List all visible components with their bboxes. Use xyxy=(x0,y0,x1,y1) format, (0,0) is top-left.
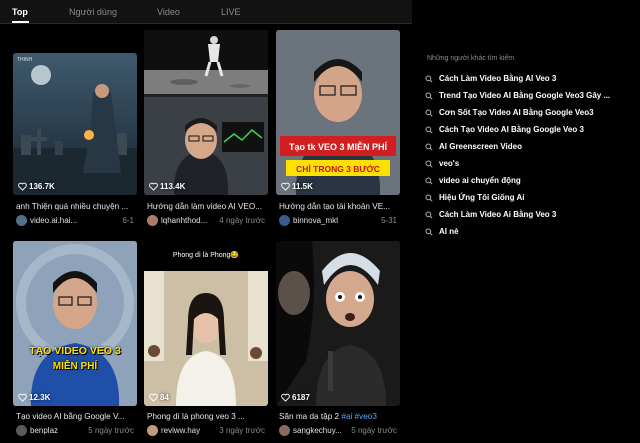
search-icon xyxy=(425,177,433,185)
thumbnail-moon-and-man-image xyxy=(144,30,268,195)
video-meta: sangkechuy... 5 ngày trước xyxy=(279,425,399,437)
heart-icon xyxy=(18,393,27,402)
video-caption[interactable]: Hướng dẫn làm video AI VEO... xyxy=(147,202,267,211)
active-tab-indicator xyxy=(12,21,29,23)
search-icon xyxy=(425,109,433,117)
avatar[interactable] xyxy=(147,215,158,226)
search-icon xyxy=(425,160,433,168)
heart-icon xyxy=(149,182,158,191)
search-icon xyxy=(425,75,433,83)
author-name[interactable]: sangkechuy... xyxy=(293,426,342,435)
thumbnail-graveyard-image xyxy=(13,65,137,195)
video-meta: video.ai.hai... 6-1 xyxy=(16,215,136,227)
related-search-label: AI nè xyxy=(439,227,459,236)
thumbnail-top-text: Phong dì là Phong😂 xyxy=(172,252,240,259)
avatar[interactable] xyxy=(147,425,158,436)
video-thumbnail[interactable]: TẠO VIDEO VEO 3 MIỄN PHÍ 12.3K xyxy=(13,241,137,406)
thumbnail-presenter-image xyxy=(13,241,137,406)
video-caption[interactable]: Hướng dẫn tạo tài khoản VE... xyxy=(279,202,399,211)
related-search-label: veo's xyxy=(439,159,460,168)
avatar[interactable] xyxy=(279,215,290,226)
video-thumbnail[interactable]: 113.4K xyxy=(144,30,268,195)
thumbnail-classroom-image xyxy=(144,271,268,406)
thumbnail-headline: TẠO VIDEO VEO 3 xyxy=(29,345,121,357)
avatar[interactable] xyxy=(279,425,290,436)
video-thumbnail[interactable]: 6187 xyxy=(276,241,400,406)
view-count: 136.7K xyxy=(18,182,55,191)
related-search-label: Hiệu Ứng Tôi Giống Ai xyxy=(439,193,525,202)
post-time: 3 ngày trước xyxy=(219,426,265,435)
post-time: 5 ngày trước xyxy=(351,426,397,435)
video-caption[interactable]: anh Thiện quá nhiều chuyện ... xyxy=(16,202,136,211)
related-search-label: AI Greenscreen Video xyxy=(439,142,522,151)
post-time: 4 ngày trước xyxy=(219,216,265,225)
video-meta: lqhanhthod... 4 ngày trước xyxy=(147,215,267,227)
video-caption[interactable]: Săn ma da tập 2 #ai #veo3 xyxy=(279,412,399,421)
video-caption-text: Săn ma da tập 2 xyxy=(279,412,342,421)
thumbnail-subheadline: MIỄN PHÍ xyxy=(52,361,98,372)
tab-users[interactable]: Người dùng xyxy=(69,7,117,17)
video-thumbnail[interactable]: Tạo tk VEO 3 MIỄN PHÍ CHỈ TRONG 3 BƯỚC 1… xyxy=(276,30,400,195)
thumbnail-watermark: THINH xyxy=(17,57,33,63)
video-caption[interactable]: Phong dì là phong veo 3 ... xyxy=(147,412,267,421)
tab-video[interactable]: Video xyxy=(157,7,180,17)
search-icon xyxy=(425,126,433,134)
video-caption[interactable]: Tạo video AI bằng Google V... xyxy=(16,412,136,421)
post-time: 5 ngày trước xyxy=(88,426,134,435)
view-count-value: 113.4K xyxy=(160,182,186,191)
author-name[interactable]: video.ai.hai... xyxy=(30,216,77,225)
thumbnail-subheadline: CHỈ TRONG 3 BƯỚC xyxy=(296,164,380,174)
view-count: 11.5K xyxy=(281,182,313,191)
search-icon xyxy=(425,143,433,151)
related-search-label: Cách Làm Video Ai Bằng Veo 3 xyxy=(439,210,557,219)
avatar[interactable] xyxy=(16,215,27,226)
video-thumbnail[interactable]: THINH 136.7K xyxy=(13,53,137,195)
video-meta: benplaz 5 ngày trước xyxy=(16,425,136,437)
view-count-value: 6187 xyxy=(292,393,310,402)
related-searches-title: Những người khác tìm kiếm xyxy=(427,55,515,62)
search-tabs: Top Người dùng Video LIVE xyxy=(0,0,412,24)
search-icon xyxy=(425,194,433,202)
related-search-label: Cơn Sốt Tạo Video AI Bằng Google Veo3 xyxy=(439,108,594,117)
search-icon xyxy=(425,228,433,236)
thumbnail-headline: Tạo tk VEO 3 MIỄN PHÍ xyxy=(288,142,388,152)
author-name[interactable]: lqhanhthod... xyxy=(161,216,207,225)
related-search-label: Cách Tạo Video AI Bằng Google Veo 3 xyxy=(439,125,584,134)
video-meta: binnova_mkt 5-31 xyxy=(279,215,399,227)
related-search-label: Trend Tạo Video AI Bằng Google Veo3 Gây … xyxy=(439,91,611,100)
tab-live[interactable]: LIVE xyxy=(221,7,241,17)
video-meta: reviww.hay 3 ngày trước xyxy=(147,425,267,437)
view-count: 113.4K xyxy=(149,182,185,191)
view-count-value: 84 xyxy=(160,393,169,402)
view-count-value: 136.7K xyxy=(29,182,55,191)
view-count-value: 11.5K xyxy=(292,182,313,191)
related-search-label: video ai chuyển động xyxy=(439,176,521,185)
heart-icon xyxy=(281,393,290,402)
author-name[interactable]: benplaz xyxy=(30,426,58,435)
search-icon xyxy=(425,92,433,100)
search-icon xyxy=(425,211,433,219)
view-count: 12.3K xyxy=(18,393,50,402)
view-count: 84 xyxy=(149,393,169,402)
heart-icon xyxy=(281,182,290,191)
video-caption-hashtags[interactable]: #ai #veo3 xyxy=(341,412,377,421)
author-name[interactable]: binnova_mkt xyxy=(293,216,338,225)
video-thumbnail[interactable]: Phong dì là Phong😂 84 xyxy=(144,241,268,406)
avatar[interactable] xyxy=(16,425,27,436)
related-search-label: Cách Làm Video Bằng AI Veo 3 xyxy=(439,74,557,83)
view-count: 6187 xyxy=(281,393,310,402)
post-time: 6-1 xyxy=(122,216,134,225)
heart-icon xyxy=(18,182,27,191)
view-count-value: 12.3K xyxy=(29,393,51,402)
author-name[interactable]: reviww.hay xyxy=(161,426,200,435)
post-time: 5-31 xyxy=(380,216,397,225)
heart-icon xyxy=(149,393,158,402)
thumbnail-scared-faces-image xyxy=(276,241,400,406)
tab-top[interactable]: Top xyxy=(12,7,28,17)
